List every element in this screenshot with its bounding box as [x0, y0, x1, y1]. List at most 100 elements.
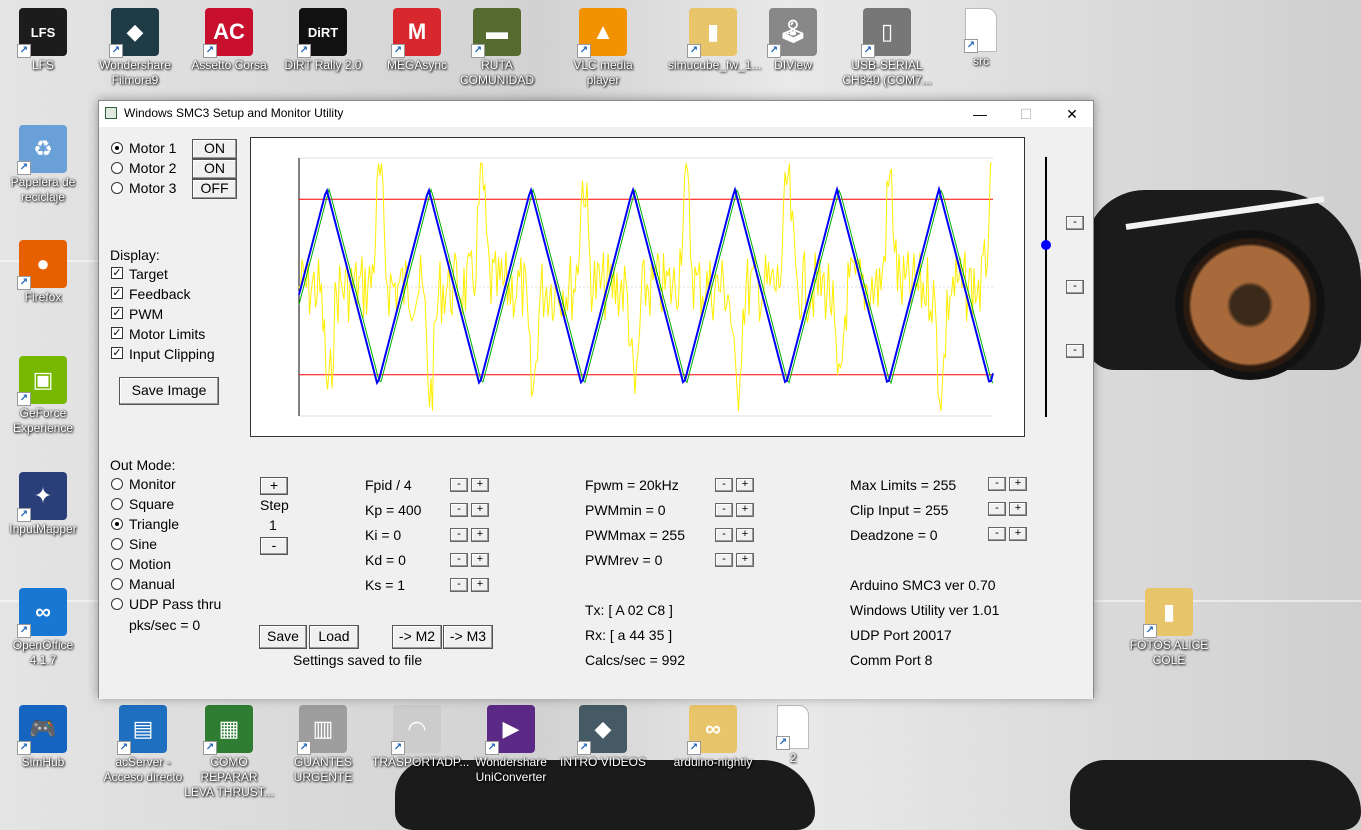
desktop-icon[interactable]: ∞ ↗ OpenOffice 4.1.7	[0, 588, 88, 668]
desktop-icon-label: Wondershare UniConverter	[475, 755, 547, 784]
monitor-plot	[250, 137, 1025, 437]
copy-to-m3-button[interactable]: -> M3	[443, 625, 493, 649]
title-bar[interactable]: Windows SMC3 Setup and Monitor Utility —…	[99, 101, 1093, 127]
pwmrev-plus[interactable]: +	[736, 553, 754, 567]
motor-3-radio[interactable]	[111, 182, 123, 194]
desktop-icon[interactable]: ▮ ↗ simucube_fw_1...	[668, 8, 761, 73]
desktop-icon[interactable]: 🕹 ↗ DIView	[748, 8, 838, 73]
close-button[interactable]: ✕	[1049, 101, 1095, 127]
target-checkbox[interactable]: ✓	[111, 267, 123, 279]
shortcut-icon: ▮ ↗	[1143, 588, 1193, 638]
shortcut-arrow-icon: ↗	[17, 392, 31, 406]
max-limits-minus[interactable]: -	[988, 477, 1006, 491]
motor-2-toggle[interactable]: ON	[192, 159, 237, 179]
pwmmin-plus[interactable]: +	[736, 503, 754, 517]
fpid-plus[interactable]: +	[471, 478, 489, 492]
desktop-icon[interactable]: ✦ ↗ InputMapper	[0, 472, 88, 537]
slider-button-top[interactable]: -	[1066, 216, 1084, 230]
mode-square-radio[interactable]	[111, 498, 123, 510]
desktop-icon[interactable]: ↗ 2	[748, 705, 838, 766]
arduino-version: Arduino SMC3 ver 0.70	[850, 577, 996, 593]
desktop-icon[interactable]: ▶ ↗ Wondershare UniConverter	[466, 705, 556, 785]
desktop-icon[interactable]: AC ↗ Assetto Corsa	[184, 8, 274, 73]
icon-glyph: ▮	[1162, 599, 1176, 624]
mode-triangle-radio[interactable]	[111, 518, 123, 530]
mode-udp-radio[interactable]	[111, 598, 123, 610]
motor-2-radio[interactable]	[111, 162, 123, 174]
desktop-icon-label: acServer - Acceso directo	[103, 755, 183, 784]
clip-input-plus[interactable]: +	[1009, 502, 1027, 516]
pwmmax-minus[interactable]: -	[715, 528, 733, 542]
desktop-icon[interactable]: ◠ ↗ TRASPORTADP...	[372, 705, 469, 770]
shortcut-arrow-icon: ↗	[964, 39, 978, 53]
pwmmin-minus[interactable]: -	[715, 503, 733, 517]
desktop-icon[interactable]: ▤ ↗ acServer - Acceso directo	[98, 705, 188, 785]
pwm-checkbox[interactable]: ✓	[111, 307, 123, 319]
vertical-slider-track[interactable]	[1045, 157, 1047, 417]
desktop-icon[interactable]: ▬ ↗ RUTA COMUNIDAD	[452, 8, 542, 88]
icon-glyph: ◆	[126, 19, 144, 44]
ks-plus[interactable]: +	[471, 578, 489, 592]
maximize-button[interactable]: ☐	[1003, 101, 1049, 127]
fpid-minus[interactable]: -	[450, 478, 468, 492]
mode-sine-radio[interactable]	[111, 538, 123, 550]
desktop-icon[interactable]: ▦ ↗ COMO REPARAR LEVA THRUST...	[184, 705, 274, 800]
minimize-button[interactable]: —	[957, 101, 1003, 127]
desktop-icon[interactable]: ● ↗ Firefox	[0, 240, 88, 305]
save-image-button[interactable]: Save Image	[119, 377, 219, 405]
desktop-icon[interactable]: ▣ ↗ GeForce Experience	[0, 356, 88, 436]
motor-1-toggle[interactable]: ON	[192, 139, 237, 159]
icon-glyph: ∞	[35, 599, 51, 624]
shortcut-icon: ▦ ↗	[203, 705, 253, 755]
desktop-icon[interactable]: 🎮 ↗ SimHub	[0, 705, 88, 770]
desktop-icon[interactable]: ♻ ↗ Papelera de reciclaje	[0, 125, 88, 205]
desktop-icon[interactable]: M ↗ MEGAsync	[372, 8, 462, 73]
desktop-icon[interactable]: ◆ ↗ INTRO VIDEOS	[558, 705, 648, 770]
mode-motion-radio[interactable]	[111, 558, 123, 570]
calcs-per-sec: Calcs/sec = 992	[585, 652, 685, 668]
vertical-slider-thumb[interactable]	[1041, 240, 1051, 250]
kp-minus[interactable]: -	[450, 503, 468, 517]
mode-monitor-radio[interactable]	[111, 478, 123, 490]
deadzone-minus[interactable]: -	[988, 527, 1006, 541]
kd-minus[interactable]: -	[450, 553, 468, 567]
max-limits-plus[interactable]: +	[1009, 477, 1027, 491]
desktop-icon[interactable]: ↗ src	[936, 8, 1026, 69]
load-button[interactable]: Load	[309, 625, 359, 649]
deadzone-plus[interactable]: +	[1009, 527, 1027, 541]
step-minus-button[interactable]: -	[260, 537, 288, 555]
desktop-icon[interactable]: ▲ ↗ VLC media player	[558, 8, 648, 88]
motor-3-toggle[interactable]: OFF	[192, 179, 237, 199]
desktop-icon[interactable]: ▮ ↗ FOTOS ALICE COLE	[1124, 588, 1214, 668]
desktop-icon[interactable]: ∞ ↗ arduino-nightly	[668, 705, 758, 770]
desktop-icon[interactable]: LFS ↗ LFS	[0, 8, 88, 73]
motor-1-radio[interactable]	[111, 142, 123, 154]
ki-minus[interactable]: -	[450, 528, 468, 542]
step-plus-button[interactable]: +	[260, 477, 288, 495]
motor-limits-checkbox[interactable]: ✓	[111, 327, 123, 339]
feedback-checkbox[interactable]: ✓	[111, 287, 123, 299]
slider-button-middle[interactable]: -	[1066, 280, 1084, 294]
pwmrev-minus[interactable]: -	[715, 553, 733, 567]
copy-to-m2-button[interactable]: -> M2	[392, 625, 442, 649]
ks-minus[interactable]: -	[450, 578, 468, 592]
pwmmax-plus[interactable]: +	[736, 528, 754, 542]
slider-button-bottom[interactable]: -	[1066, 344, 1084, 358]
kp-plus[interactable]: +	[471, 503, 489, 517]
desktop-icon[interactable]: DiRT ↗ DiRT Rally 2.0	[278, 8, 368, 73]
desktop-icon[interactable]: ◆ ↗ Wondershare Filmora9	[90, 8, 180, 88]
desktop-icon[interactable]: ▥ ↗ GUANTES URGENTE	[278, 705, 368, 785]
clip-input-minus[interactable]: -	[988, 502, 1006, 516]
fpwm-plus[interactable]: +	[736, 478, 754, 492]
desktop-icon-label: DiRT Rally 2.0	[284, 58, 362, 72]
fpwm-minus[interactable]: -	[715, 478, 733, 492]
ki-plus[interactable]: +	[471, 528, 489, 542]
shortcut-icon: ∞ ↗	[17, 588, 67, 638]
shortcut-icon: ♻ ↗	[17, 125, 67, 175]
input-clipping-checkbox[interactable]: ✓	[111, 347, 123, 359]
save-button[interactable]: Save	[259, 625, 307, 649]
desktop-icon[interactable]: ▯ ↗ USB-SERIAL CH340 (COM7...	[842, 8, 932, 88]
kd-plus[interactable]: +	[471, 553, 489, 567]
mode-manual-radio[interactable]	[111, 578, 123, 590]
icon-glyph: ▦	[218, 716, 240, 741]
